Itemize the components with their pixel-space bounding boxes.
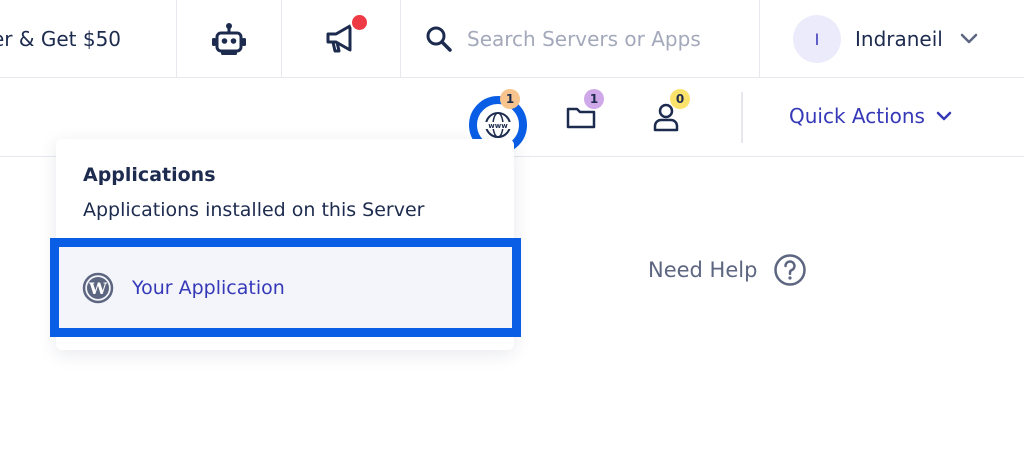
chevron-down-icon[interactable] — [959, 33, 979, 45]
notification-dot — [350, 13, 369, 32]
announcements-button[interactable] — [282, 0, 401, 78]
question-circle-icon — [774, 254, 807, 286]
quick-actions-button[interactable]: Quick Actions — [789, 104, 953, 128]
wordpress-icon: W — [82, 272, 114, 303]
folders-count-badge: 1 — [584, 89, 604, 109]
user-menu[interactable]: I Indraneil — [760, 0, 1024, 78]
avatar[interactable]: I — [793, 15, 841, 63]
need-help-link[interactable]: Need Help — [648, 253, 807, 287]
svg-text:W: W — [88, 279, 108, 298]
refer-banner[interactable]: er & Get $50 — [0, 0, 177, 78]
search-input[interactable]: Search Servers or Apps — [467, 27, 701, 51]
applications-dropdown: Applications Applications installed on t… — [50, 139, 521, 350]
robot-icon — [212, 23, 246, 55]
dropdown-subtitle: Applications installed on this Server — [83, 199, 425, 221]
search-icon — [426, 26, 452, 52]
applications-count-badge: 1 — [500, 89, 520, 109]
www-globe-icon: www — [484, 112, 512, 138]
need-help-label: Need Help — [648, 258, 758, 282]
dropdown-title: Applications — [83, 164, 216, 186]
user-name[interactable]: Indraneil — [855, 27, 943, 51]
toolbar-divider — [741, 92, 743, 143]
search-box[interactable]: Search Servers or Apps — [401, 0, 760, 78]
application-item-label: Your Application — [132, 276, 285, 299]
quick-actions-label: Quick Actions — [789, 104, 925, 128]
application-item[interactable]: W Your Application — [50, 238, 521, 337]
users-count-badge: 0 — [670, 89, 690, 109]
chevron-down-icon — [936, 111, 952, 121]
refer-text[interactable]: er & Get $50 — [0, 27, 121, 51]
robot-button[interactable] — [177, 0, 282, 78]
svg-text:www: www — [488, 122, 508, 130]
top-navigation-bar: er & Get $50 Search Servers or Apps I In… — [0, 0, 1024, 78]
